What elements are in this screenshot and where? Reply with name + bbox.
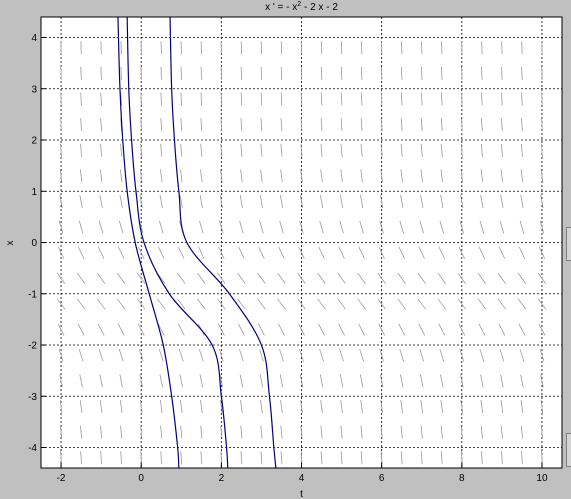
x-tick-label: 0: [138, 473, 144, 484]
x-tick-label: 6: [379, 473, 385, 484]
direction-arrow: [160, 66, 162, 80]
y-tick-label: -3: [28, 392, 37, 403]
direction-arrow: [501, 66, 503, 80]
direction-arrow: [120, 66, 122, 80]
chart-title-rest: - 2 x - 2: [301, 2, 338, 13]
direction-arrow: [220, 66, 223, 80]
direction-arrow: [521, 66, 523, 80]
chart-title: x ' = - x2 - 2 x - 2: [265, 1, 338, 13]
direction-arrow: [401, 66, 403, 80]
direction-arrow: [340, 66, 343, 80]
x-tick-label: 2: [219, 473, 225, 484]
y-tick-label: 0: [31, 238, 37, 249]
direction-arrow: [360, 66, 363, 80]
direction-arrow: [320, 66, 323, 80]
x-tick-label: -2: [57, 473, 66, 484]
direction-arrow: [481, 66, 483, 80]
y-tick-label: -2: [28, 341, 37, 352]
y-tick-label: -4: [28, 443, 37, 454]
direction-arrow: [240, 66, 243, 80]
direction-arrow: [380, 66, 383, 80]
direction-arrow: [100, 66, 102, 80]
direction-arrow: [140, 66, 142, 80]
direction-arrow: [421, 66, 423, 80]
y-axis-label: x: [5, 241, 16, 246]
direction-arrow: [300, 66, 303, 80]
y-tick-label: 4: [31, 33, 37, 44]
y-tick-label: -1: [28, 289, 37, 300]
chart-title-main: x ' = - x: [265, 2, 297, 13]
direction-arrow: [461, 66, 463, 80]
direction-arrow: [441, 66, 443, 80]
window-resize-handle-bottom[interactable]: [566, 433, 571, 467]
direction-arrow: [80, 66, 82, 80]
direction-arrow: [60, 66, 62, 80]
y-tick-label: 3: [31, 84, 37, 95]
x-axis-label: t: [300, 489, 303, 499]
x-tick-label: 8: [459, 473, 465, 484]
direction-arrow: [180, 66, 182, 80]
x-tick-label: 4: [299, 473, 305, 484]
y-tick-label: 1: [31, 187, 37, 198]
direction-field-figure: -2 0 2 4 6 8 10 -4 -3 -2 -1 0 1 2 3 4 x ' = - x2 - 2 x …: [5, 1, 563, 499]
y-tick-label: 2: [31, 136, 37, 147]
window-resize-handle-top[interactable]: [566, 227, 571, 261]
direction-arrow: [541, 66, 543, 80]
direction-arrow: [260, 66, 263, 80]
x-tick-label: 10: [536, 473, 548, 484]
direction-arrow: [200, 66, 202, 80]
direction-arrow: [280, 66, 283, 80]
